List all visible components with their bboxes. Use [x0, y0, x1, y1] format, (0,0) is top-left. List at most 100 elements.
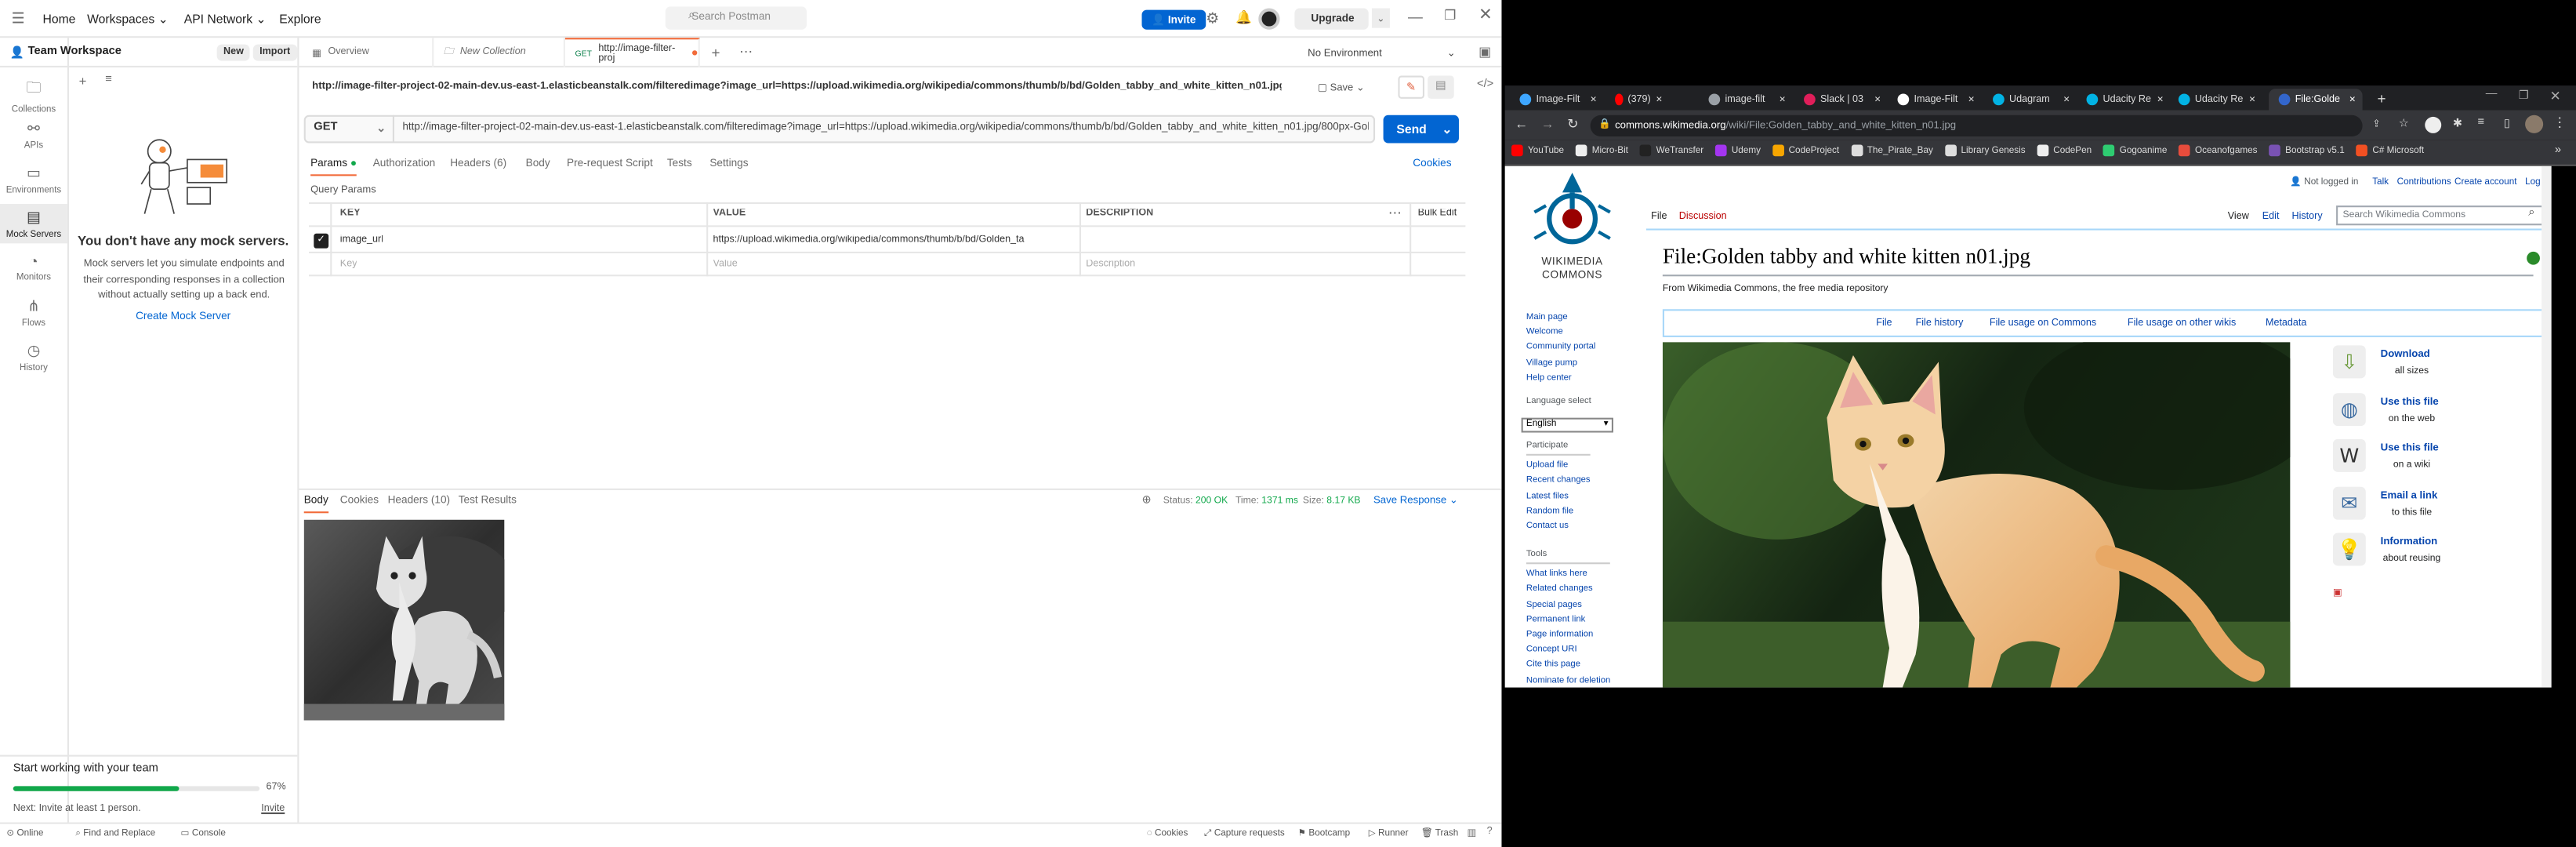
method-select[interactable]: GET ⌄ — [304, 115, 394, 144]
browser-tab[interactable]: Udacity Re ✕ — [2168, 89, 2262, 110]
nav-random-file[interactable]: Random file — [1526, 504, 1591, 519]
language-select[interactable]: English ▾ — [1521, 417, 1613, 433]
nav-welcome[interactable]: Welcome — [1526, 326, 1596, 341]
new-tab-plus-icon[interactable]: + — [711, 45, 720, 61]
bootcamp-button[interactable]: ⚑ Bootcamp — [1298, 829, 1351, 839]
nav-recent-changes[interactable]: Recent changes — [1526, 474, 1591, 489]
param-checkbox[interactable]: ✓ — [314, 233, 329, 249]
new-value-input[interactable]: Value — [713, 260, 738, 270]
plus-icon[interactable]: + — [79, 74, 87, 89]
filenav-usage-commons[interactable]: File usage on Commons — [1990, 319, 2096, 329]
close-tab-icon[interactable]: ✕ — [1656, 95, 1669, 105]
nav-main-page[interactable]: Main page — [1526, 311, 1596, 325]
more-bookmarks-icon[interactable]: » — [2555, 145, 2561, 157]
tab-view[interactable]: View — [2228, 213, 2249, 223]
param-key[interactable]: image_url — [340, 235, 383, 245]
tool-cite-this-page[interactable]: Cite this page — [1526, 659, 1610, 674]
browser-tab[interactable]: File:Golde ✕ — [2269, 89, 2363, 111]
close-icon[interactable]: ✕ — [2550, 89, 2561, 104]
action-link[interactable]: Email a link — [2381, 489, 2438, 501]
close-tab-icon[interactable]: ✕ — [1779, 95, 1792, 105]
filenav-metadata[interactable]: Metadata — [2266, 319, 2306, 329]
chevron-down-icon[interactable]: ⌄ — [1371, 8, 1390, 28]
tool-nominate-deletion[interactable]: Nominate for deletion — [1526, 674, 1610, 688]
browser-tab[interactable]: Image-Filt ✕ — [1510, 89, 1603, 110]
sidepanel-icon[interactable]: ▯ — [2504, 117, 2510, 130]
bookmark-item[interactable]: C# Microsoft — [2356, 144, 2424, 157]
action-link[interactable]: Download — [2381, 349, 2430, 361]
close-tab-icon[interactable]: ✕ — [1968, 95, 1981, 105]
bookmark-item[interactable]: YouTube — [1511, 144, 1564, 157]
action-link[interactable]: Use this file — [2381, 442, 2439, 454]
kitten-photo[interactable] — [1662, 342, 2291, 688]
bookmark-item[interactable]: Micro-Bit — [1575, 144, 1628, 157]
search-input[interactable]: Search Postman — [665, 6, 807, 30]
rail-environments[interactable]: ▭ Environments — [0, 165, 67, 196]
close-tab-icon[interactable]: ✕ — [2063, 95, 2077, 105]
tool-concept-uri[interactable]: Concept URI — [1526, 643, 1610, 658]
nav-explore[interactable]: Explore — [279, 12, 321, 27]
rail-collections[interactable]: 🗀 Collections — [0, 75, 67, 115]
talk-link[interactable]: Talk — [2372, 177, 2389, 187]
save-response-button[interactable]: Save Response ⌄ — [1373, 495, 1458, 507]
comments-icon[interactable]: ▤ — [1428, 75, 1454, 99]
url-input[interactable]: http://image-filter-project-02-main-dev.… — [402, 122, 1368, 133]
nav-village-pump[interactable]: Village pump — [1526, 356, 1596, 371]
close-tab-icon[interactable]: ✕ — [2249, 95, 2262, 105]
tab-tests[interactable]: Tests — [667, 158, 692, 169]
profile-avatar[interactable] — [2525, 115, 2544, 133]
tab-new-collection[interactable]: 🗀 New Collection — [434, 38, 565, 67]
filter-icon[interactable]: ≡ — [105, 74, 112, 85]
filenav-file[interactable]: File — [1876, 319, 1892, 329]
settings-icon[interactable]: ⚙ — [1206, 10, 1219, 28]
resp-tab-headers[interactable]: Headers (10) — [388, 495, 451, 507]
import-button[interactable]: Import — [252, 44, 297, 61]
workspace-name[interactable]: Team Workspace — [28, 46, 122, 58]
tab-edit[interactable]: Edit — [2262, 213, 2280, 223]
create-account-link[interactable]: Create account — [2454, 177, 2517, 187]
nav-community-portal[interactable]: Community portal — [1526, 341, 1596, 356]
tool-special-pages[interactable]: Special pages — [1526, 598, 1610, 613]
puzzle-icon[interactable]: ✱ — [2453, 117, 2462, 130]
rail-monitors[interactable]: ◔ Monitors — [0, 253, 67, 283]
media-icon[interactable]: ≡ — [2477, 117, 2484, 129]
new-key-input[interactable]: Key — [340, 260, 357, 270]
close-tab-icon[interactable]: ✕ — [1590, 95, 1603, 105]
resp-tab-cookies[interactable]: Cookies — [340, 495, 379, 507]
action-link[interactable]: Use this file — [2381, 395, 2439, 407]
bookmark-item[interactable]: CodeProject — [1772, 144, 1839, 157]
minimize-icon[interactable]: — — [1408, 8, 1423, 24]
browser-tab[interactable]: Slack | 03 ✕ — [1794, 89, 1888, 110]
help-icon[interactable]: ? — [1487, 827, 1493, 838]
nav-contact-us[interactable]: Contact us — [1526, 520, 1591, 535]
browser-tab[interactable]: image-filt ✕ — [1699, 89, 1792, 110]
tab-params[interactable]: Params ● — [310, 158, 357, 176]
footer-cookies[interactable]: ◌ Cookies — [1147, 829, 1188, 839]
tab-pre-request-script[interactable]: Pre-request Script — [567, 158, 653, 169]
team-invite-link[interactable]: Invite — [261, 804, 285, 814]
console-button[interactable]: ▭ Console — [181, 829, 226, 839]
layout-icon[interactable]: ▥ — [1467, 827, 1476, 839]
tab-overview[interactable]: ▦ Overview — [303, 38, 434, 67]
bookmark-item[interactable]: The_Pirate_Bay — [1850, 144, 1933, 157]
bulk-edit-link[interactable]: Bulk Edit — [1418, 209, 1457, 219]
browser-tab[interactable]: (379) ✕ — [1605, 89, 1669, 110]
new-description-input[interactable]: Description — [1086, 260, 1135, 270]
environment-quicklook-icon[interactable]: ▣ — [1478, 45, 1491, 60]
new-tab-plus-icon[interactable]: + — [2377, 90, 2386, 107]
cookies-link[interactable]: Cookies — [1413, 158, 1451, 169]
more-icon[interactable]: ⋯ — [1388, 205, 1402, 220]
bookmark-item[interactable]: WeTransfer — [1639, 144, 1703, 157]
param-value[interactable]: https://upload.wikimedia.org/wikipedia/c… — [713, 235, 1075, 245]
nav-api-network[interactable]: API Network ⌄ — [184, 12, 267, 27]
browser-tab[interactable]: Udacity Re ✕ — [2077, 89, 2170, 110]
nav-home[interactable]: Home — [42, 12, 75, 27]
tool-page-information[interactable]: Page information — [1526, 628, 1610, 643]
search-icon[interactable]: ⌕ — [2528, 207, 2534, 220]
rail-history[interactable]: ◷ History — [0, 342, 67, 373]
bookmark-item[interactable]: CodePen — [2037, 144, 2092, 157]
scrollbar[interactable] — [2542, 165, 2552, 688]
browser-tab[interactable]: Udagram ✕ — [1983, 89, 2077, 110]
trash-button[interactable]: 🗑 Trash — [1421, 829, 1458, 839]
tool-permanent-link[interactable]: Permanent link — [1526, 613, 1610, 628]
